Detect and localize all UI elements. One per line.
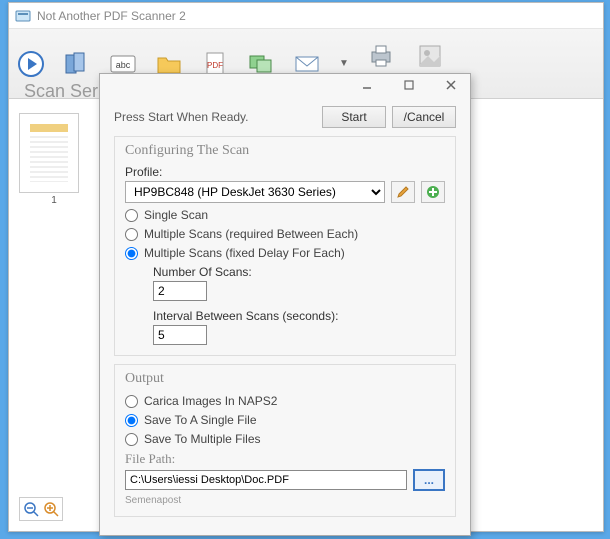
thumbnail-panel: 1 xyxy=(19,113,89,206)
svg-text:abc: abc xyxy=(116,60,131,70)
printer-icon xyxy=(367,42,395,70)
edit-profile-button[interactable] xyxy=(391,181,415,203)
config-title: Configuring The Scan xyxy=(125,143,445,159)
out-carica-label: Carica Images In NAPS2 xyxy=(144,394,277,408)
page-thumbnail[interactable] xyxy=(19,113,79,193)
play-icon xyxy=(17,50,45,78)
radio-out-carica[interactable]: Carica Images In NAPS2 xyxy=(125,394,445,408)
maximize-button[interactable] xyxy=(394,76,424,94)
interval-input[interactable] xyxy=(153,325,207,345)
ellipsis-icon: ... xyxy=(424,473,434,487)
main-window: Not Another PDF Scanner 2 abc PDF ▼ Prin… xyxy=(8,2,604,532)
num-scans-label: Number Of Scans: xyxy=(153,265,445,279)
profile-select[interactable]: HP9BC848 (HP DeskJet 3630 Series) xyxy=(125,181,385,203)
interval-label: Interval Between Scans (seconds): xyxy=(153,309,445,323)
start-button[interactable]: Start xyxy=(322,106,386,128)
minimize-button[interactable] xyxy=(352,76,382,94)
filepath-input[interactable] xyxy=(125,470,407,490)
radio-multi-fix-label: Multiple Scans (fixed Delay For Each) xyxy=(144,246,345,260)
output-title: Output xyxy=(125,371,445,387)
page-number: 1 xyxy=(19,195,89,206)
pencil-icon xyxy=(396,185,410,199)
close-button[interactable] xyxy=(436,76,466,94)
config-group: Configuring The Scan Profile: HP9BC848 (… xyxy=(114,136,456,356)
picture-icon xyxy=(416,42,444,70)
plus-icon xyxy=(426,185,440,199)
dialog-titlebar xyxy=(100,74,470,96)
zoom-in-button[interactable] xyxy=(42,500,60,518)
radio-multi-fixed[interactable]: Multiple Scans (fixed Delay For Each) xyxy=(125,246,445,260)
profiles-icon xyxy=(63,50,91,78)
svg-text:PDF: PDF xyxy=(207,61,223,70)
radio-single-scan[interactable]: Single Scan xyxy=(125,208,445,222)
cancel-button[interactable]: /Cancel xyxy=(392,106,456,128)
hint-text: Press Start When Ready. xyxy=(114,110,249,124)
add-profile-button[interactable] xyxy=(421,181,445,203)
app-title: Not Another PDF Scanner 2 xyxy=(37,9,186,23)
radio-multi-req-label: Multiple Scans (required Between Each) xyxy=(144,227,358,241)
toolbar-dropdown-icon[interactable]: ▼ xyxy=(339,58,349,69)
footer-text: Semenapost xyxy=(125,495,445,506)
out-multi-label: Save To Multiple Files xyxy=(144,432,261,446)
radio-out-single[interactable]: Save To A Single File xyxy=(125,413,445,427)
profile-label: Profile: xyxy=(125,165,445,179)
zoom-out-button[interactable] xyxy=(22,500,40,518)
browse-button[interactable]: ... xyxy=(413,469,445,491)
batch-scan-dialog: Press Start When Ready. Start /Cancel Co… xyxy=(99,73,471,536)
scan-button[interactable] xyxy=(17,50,45,78)
output-group: Output Carica Images In NAPS2 Save To A … xyxy=(114,364,456,517)
radio-multi-required[interactable]: Multiple Scans (required Between Each) xyxy=(125,227,445,241)
filepath-label: File Path: xyxy=(125,451,445,467)
zoom-bar xyxy=(19,497,63,521)
radio-out-multi[interactable]: Save To Multiple Files xyxy=(125,432,445,446)
radio-single-label: Single Scan xyxy=(144,208,208,222)
out-single-label: Save To A Single File xyxy=(144,413,257,427)
num-scans-input[interactable] xyxy=(153,281,207,301)
profiles-button[interactable] xyxy=(63,50,91,78)
main-titlebar: Not Another PDF Scanner 2 xyxy=(9,3,603,29)
app-icon xyxy=(15,8,31,24)
